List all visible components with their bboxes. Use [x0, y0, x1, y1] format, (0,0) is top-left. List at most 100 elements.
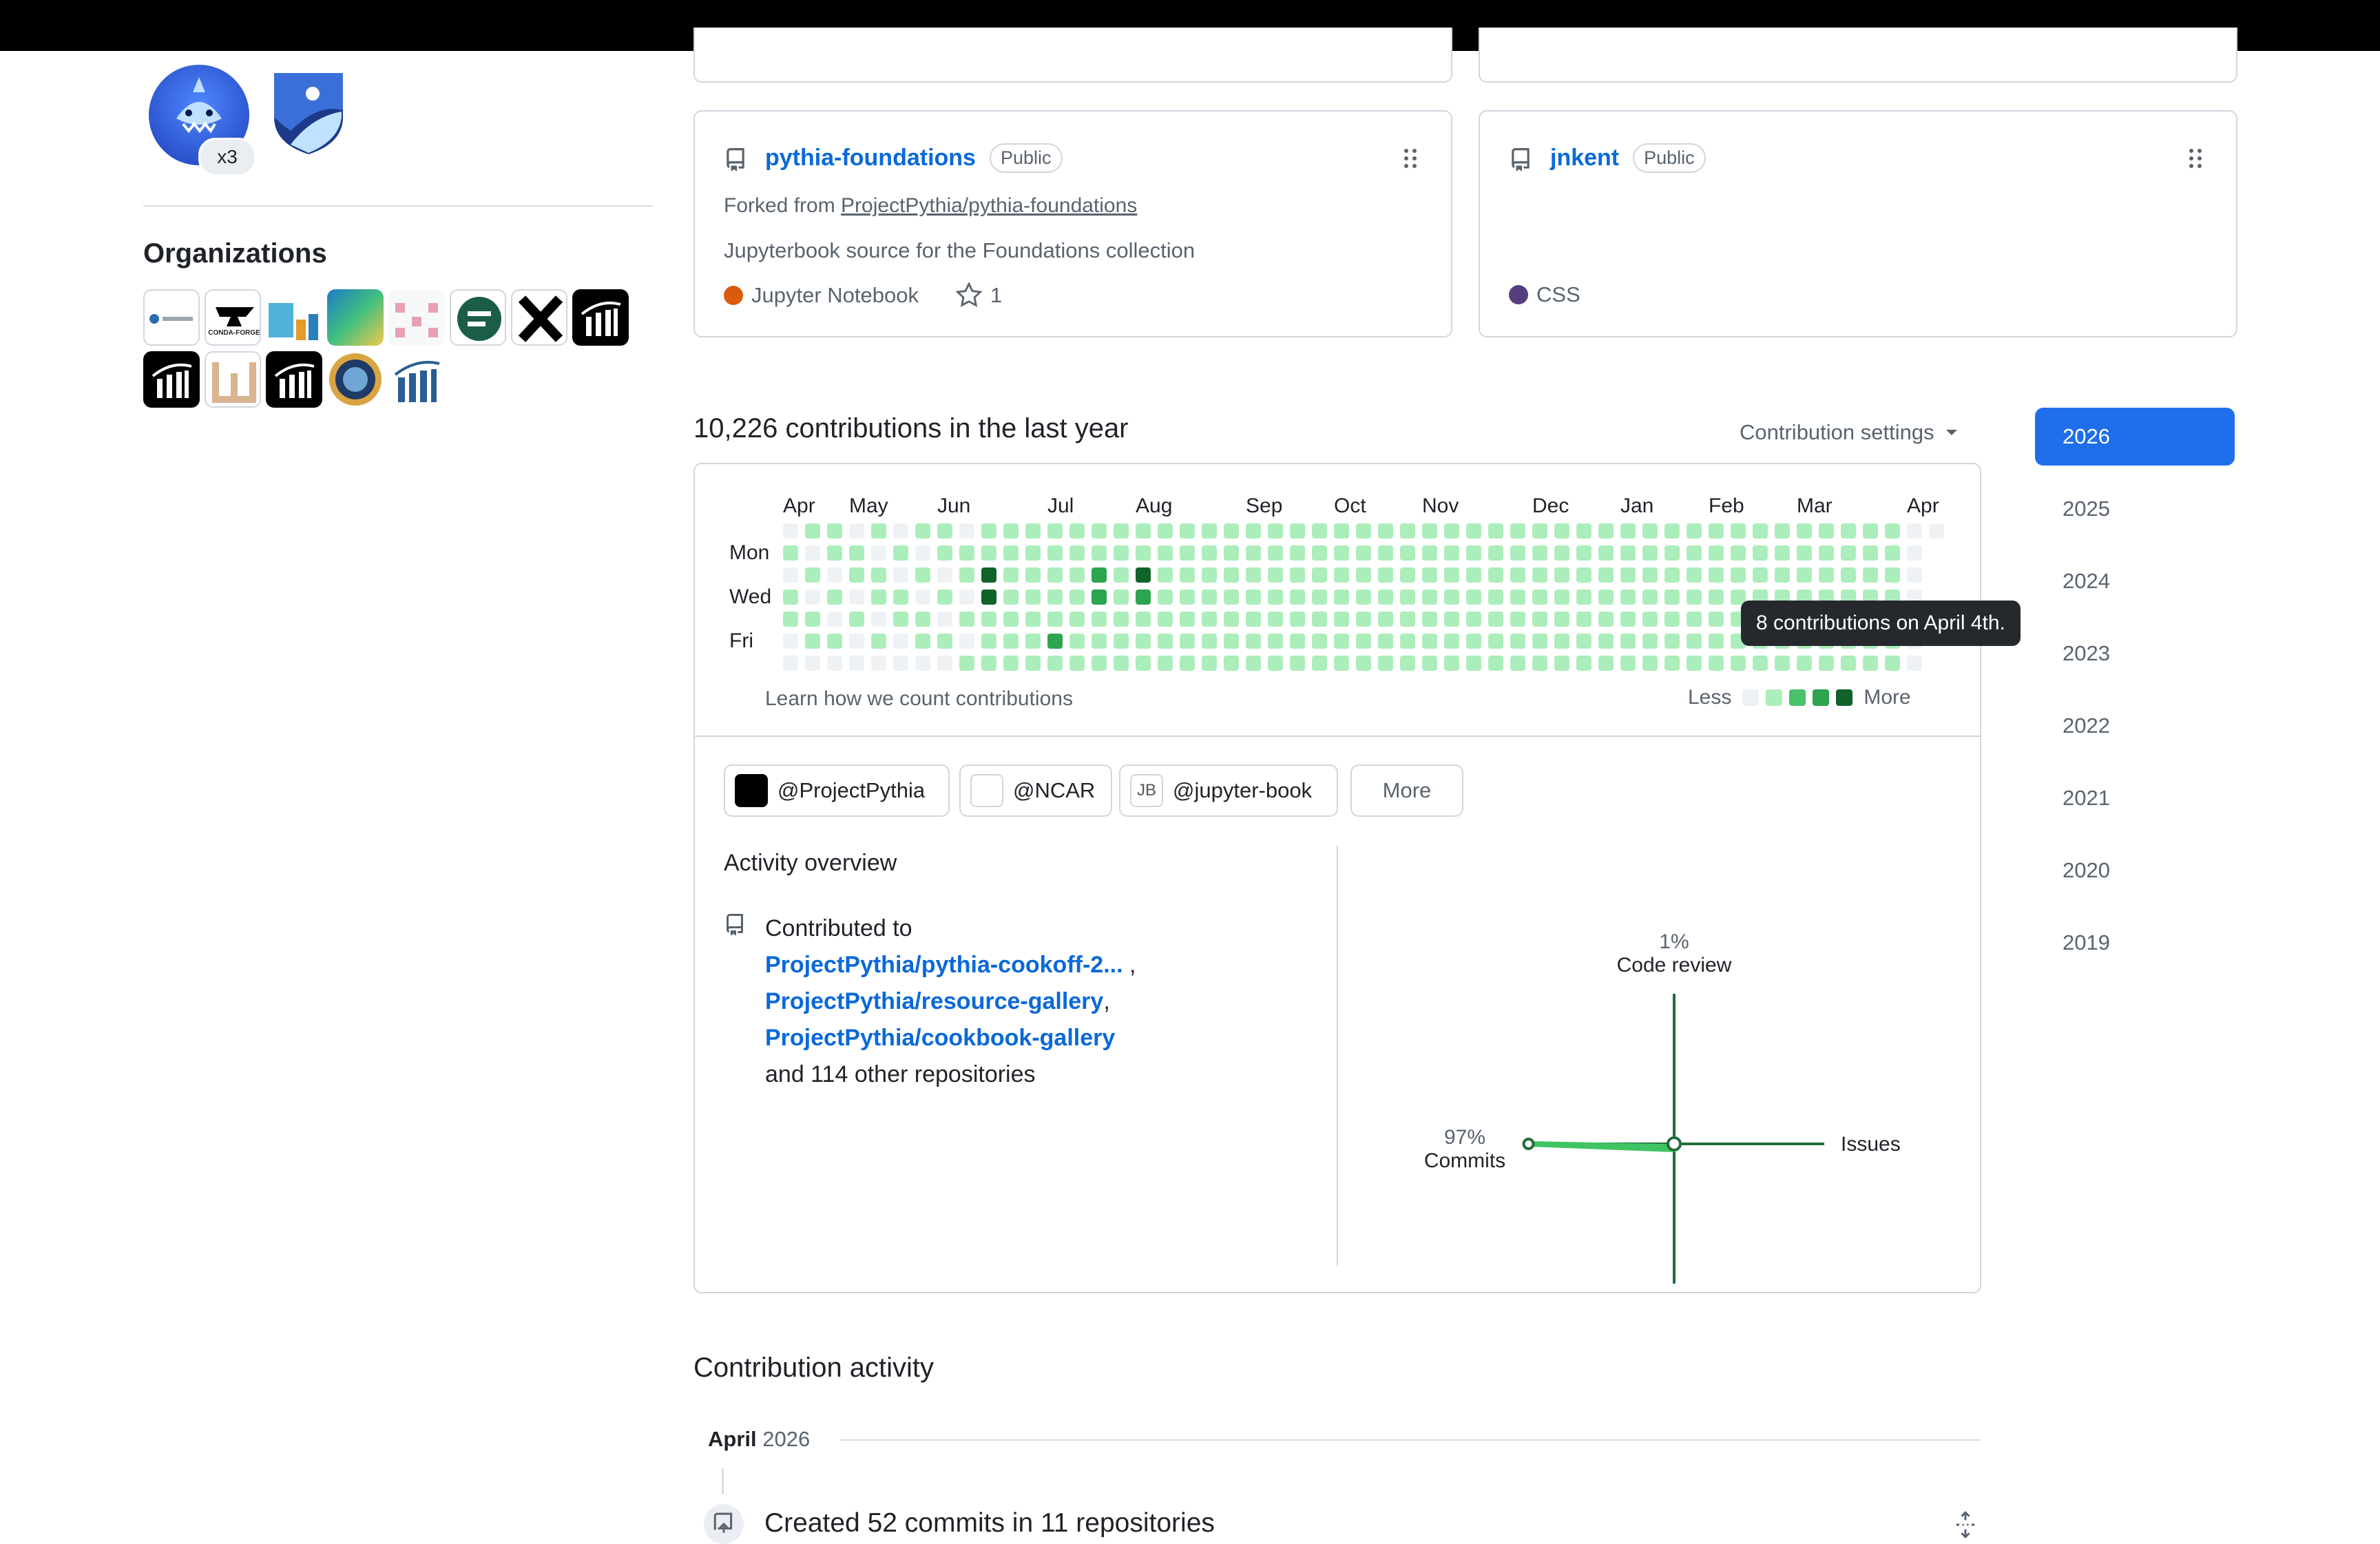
contribution-day[interactable] [1180, 634, 1195, 649]
contribution-day[interactable] [1488, 545, 1503, 561]
contribution-day[interactable] [1224, 567, 1239, 583]
contribution-day[interactable] [1114, 590, 1129, 605]
contribution-day[interactable] [1885, 545, 1900, 561]
contribution-day[interactable] [1180, 590, 1195, 605]
pinned-repo-name[interactable]: jnkent [1550, 145, 1619, 171]
contribution-day[interactable] [1025, 634, 1041, 649]
contribution-day[interactable] [1158, 567, 1173, 583]
contribution-day[interactable] [1620, 523, 1636, 539]
contribution-day[interactable] [1422, 634, 1437, 649]
contribution-day[interactable] [1488, 567, 1503, 583]
contribution-day[interactable] [783, 523, 798, 539]
contribution-day[interactable] [1532, 612, 1547, 627]
contribution-day[interactable] [1775, 523, 1790, 539]
contribution-day[interactable] [1576, 590, 1591, 605]
contribution-day[interactable] [1378, 590, 1393, 605]
contribution-day[interactable] [1841, 523, 1856, 539]
year-link-2023[interactable]: 2023 [2035, 625, 2235, 682]
contribution-day[interactable] [1069, 590, 1085, 605]
contribution-day[interactable] [915, 523, 930, 539]
contribution-day[interactable] [1510, 567, 1525, 583]
contribution-day[interactable] [1047, 634, 1063, 649]
contribution-day[interactable] [937, 567, 952, 583]
contribution-day[interactable] [1334, 523, 1349, 539]
contribution-day[interactable] [871, 656, 886, 671]
org-pink[interactable] [388, 289, 445, 346]
contribution-day[interactable] [1907, 545, 1922, 561]
contribution-day[interactable] [1841, 567, 1856, 583]
contribution-day[interactable] [1709, 567, 1724, 583]
contribution-day[interactable] [1576, 567, 1591, 583]
contribution-day[interactable] [1620, 656, 1636, 671]
contribution-day[interactable] [1356, 612, 1371, 627]
contribution-day[interactable] [1069, 656, 1085, 671]
contribution-day[interactable] [1709, 612, 1724, 627]
contribution-day[interactable] [1400, 545, 1415, 561]
contribution-day[interactable] [871, 545, 886, 561]
contribution-day[interactable] [1488, 523, 1503, 539]
contribution-day[interactable] [1224, 545, 1239, 561]
contribution-day[interactable] [1687, 590, 1702, 605]
contribution-day[interactable] [1797, 656, 1812, 671]
contribution-day[interactable] [1620, 590, 1636, 605]
contribution-day[interactable] [827, 612, 842, 627]
contribution-day[interactable] [1224, 634, 1239, 649]
contribution-day[interactable] [1620, 612, 1636, 627]
contribution-day[interactable] [1819, 523, 1834, 539]
contribution-day[interactable] [871, 612, 886, 627]
contribution-day[interactable] [783, 590, 798, 605]
contribution-day[interactable] [1356, 545, 1371, 561]
contribution-day[interactable] [1422, 590, 1437, 605]
contribution-day[interactable] [1136, 523, 1151, 539]
contribution-day[interactable] [1642, 590, 1658, 605]
contribution-day[interactable] [1246, 523, 1261, 539]
contribution-day[interactable] [1709, 656, 1724, 671]
contribution-day[interactable] [1532, 590, 1547, 605]
contribution-day[interactable] [959, 590, 974, 605]
contribution-day[interactable] [1047, 656, 1063, 671]
org-ncar[interactable] [143, 289, 200, 346]
contribution-day[interactable] [1312, 634, 1327, 649]
contribution-day[interactable] [1576, 634, 1591, 649]
contribution-day[interactable] [1753, 567, 1768, 583]
contribution-day[interactable] [1929, 523, 1944, 539]
contribution-day[interactable] [1598, 634, 1614, 649]
contribution-day[interactable] [1422, 545, 1437, 561]
contribution-day[interactable] [1312, 590, 1327, 605]
contribution-day[interactable] [1422, 523, 1437, 539]
org-pythia-2[interactable] [143, 351, 200, 408]
contribution-day[interactable] [1136, 590, 1151, 605]
contribution-day[interactable] [1687, 523, 1702, 539]
contribution-day[interactable] [1092, 590, 1107, 605]
contribution-day[interactable] [805, 545, 820, 561]
contribution-day[interactable] [849, 634, 864, 649]
contribution-day[interactable] [1290, 567, 1305, 583]
contribution-day[interactable] [849, 612, 864, 627]
contribution-day[interactable] [1224, 523, 1239, 539]
org-conda-forge[interactable]: CONDA-FORGE [205, 289, 261, 346]
org-filter-projectpythia[interactable]: @ProjectPythia [724, 764, 950, 817]
contribution-day[interactable] [1753, 523, 1768, 539]
contribution-day[interactable] [959, 523, 974, 539]
contribution-day[interactable] [1092, 523, 1107, 539]
contribution-day[interactable] [1488, 634, 1503, 649]
contribution-day[interactable] [1444, 590, 1459, 605]
contribution-day[interactable] [981, 656, 996, 671]
contribution-day[interactable] [1444, 634, 1459, 649]
contribution-day[interactable] [1709, 545, 1724, 561]
org-x[interactable] [511, 289, 567, 346]
contribution-day[interactable] [1069, 545, 1085, 561]
contribution-day[interactable] [1268, 523, 1283, 539]
contribution-settings-button[interactable]: Contribution settings [1740, 420, 1958, 445]
contribution-day[interactable] [1092, 545, 1107, 561]
contribution-day[interactable] [849, 523, 864, 539]
contribution-day[interactable] [1598, 612, 1614, 627]
contribution-day[interactable] [1466, 545, 1481, 561]
contribution-day[interactable] [1003, 567, 1019, 583]
contribution-day[interactable] [1400, 590, 1415, 605]
contribution-day[interactable] [1136, 656, 1151, 671]
contribution-day[interactable] [1224, 590, 1239, 605]
contribution-day[interactable] [1356, 634, 1371, 649]
contribution-day[interactable] [937, 634, 952, 649]
contribution-day[interactable] [1378, 545, 1393, 561]
